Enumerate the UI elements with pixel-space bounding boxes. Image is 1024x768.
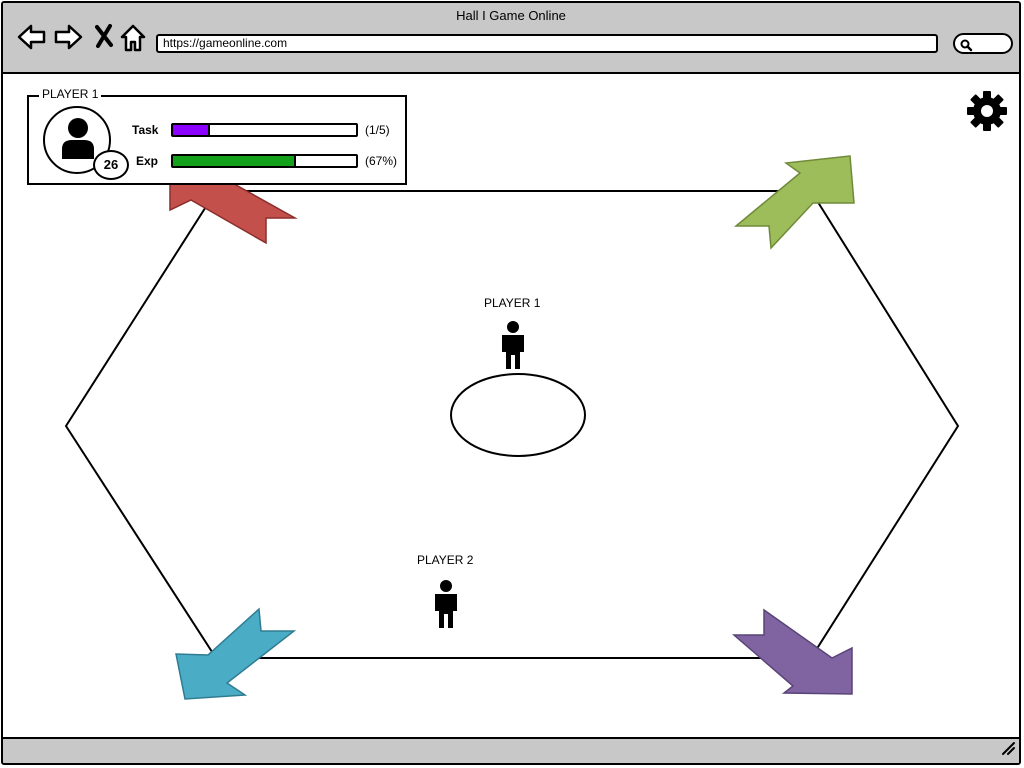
- resize-grip-icon[interactable]: [1001, 741, 1015, 760]
- exp-label: Exp: [136, 154, 159, 168]
- center-circle: [450, 373, 586, 457]
- player-1-label: PLAYER 1: [484, 296, 541, 310]
- task-progress-bar: [171, 123, 358, 137]
- person-icon[interactable]: [432, 580, 460, 633]
- green-arrow[interactable]: [733, 155, 855, 250]
- player-status-panel: PLAYER 1 26 Task (1/5) Exp (67%): [27, 87, 407, 185]
- person-icon[interactable]: [499, 321, 527, 374]
- exp-progress-fill: [173, 156, 296, 166]
- level-badge: 26: [93, 150, 129, 180]
- task-value: (1/5): [365, 123, 390, 137]
- task-progress-fill: [173, 125, 210, 135]
- task-label: Task: [132, 123, 159, 137]
- exp-value: (67%): [365, 154, 398, 168]
- gear-icon[interactable]: [965, 89, 1009, 138]
- browser-window: Hall I Game Online https://gameonline.co…: [1, 1, 1021, 765]
- status-bar: [3, 737, 1019, 763]
- player-2-label: PLAYER 2: [417, 553, 474, 567]
- user-icon: [62, 118, 94, 159]
- panel-player-name: PLAYER 1: [39, 87, 102, 101]
- exp-progress-bar: [171, 154, 358, 168]
